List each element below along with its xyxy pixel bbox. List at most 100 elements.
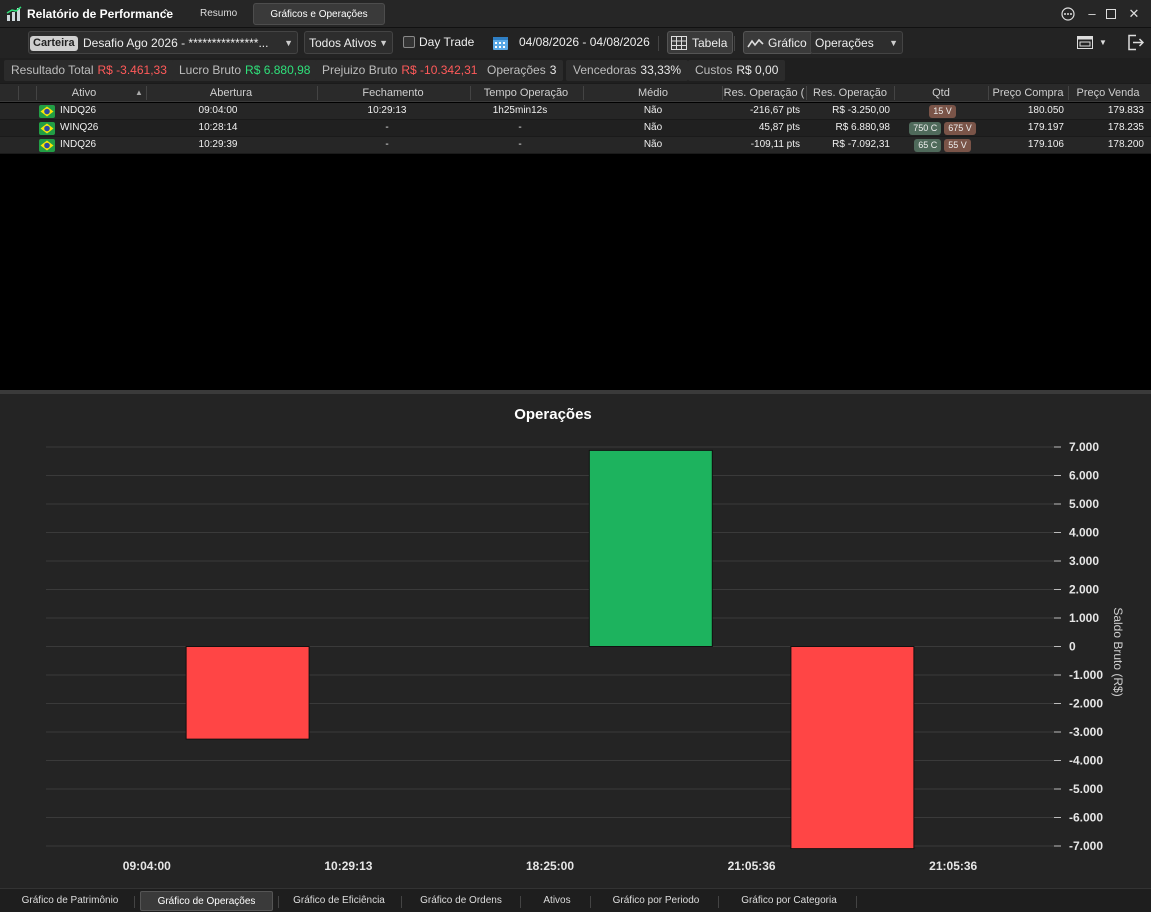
tab-grafico-de-operacoes[interactable]: Gráfico de Operações [140,891,273,911]
line-chart-icon [747,38,764,48]
y-tick-label: -4.000 [1069,754,1103,768]
table-header: Ativo ▲ Abertura Fechamento Tempo Operaç… [0,84,1151,102]
brazil-flag-icon [39,122,55,135]
cell-res-brl: R$ -3.250,00 [832,105,890,116]
chart-bar[interactable] [588,449,713,647]
y-tick-label: 2.000 [1069,583,1099,597]
summary-label: Prejuizo Bruto [322,63,398,77]
y-tick-label: 1.000 [1069,611,1099,625]
summary-label: Resultado Total [11,63,94,77]
sort-up-icon[interactable]: ▲ [135,88,143,97]
cell-preco-compra: 180.050 [1027,105,1064,116]
summary-resultado-total: Resultado Total R$ -3.461,33 [4,60,174,81]
tab-ativos[interactable]: Ativos [526,891,588,911]
cell-preco-venda: 178.200 [1107,139,1144,150]
column-header-res-operacao-brl[interactable]: Res. Operação [806,87,894,99]
tabela-button[interactable]: Tabela [667,31,734,54]
cell-fechamento: - [385,122,389,133]
table-row[interactable]: WINQ26 10:28:14 - - Não 45,87 pts R$ 6.8… [0,120,1151,137]
maximize-icon[interactable] [1101,4,1121,24]
cell-abertura: 10:29:39 [198,139,238,150]
y-tick-label: -2.000 [1069,697,1103,711]
chart-bar[interactable] [185,646,310,740]
qtd-compra-pill: 65 C [914,139,942,152]
summary-prejuizo-bruto: Prejuizo Bruto R$ -10.342,31 [315,60,485,81]
y-axis-label: Saldo Bruto (R$) [1111,607,1125,696]
checkbox-box[interactable] [403,36,415,48]
minimize-icon[interactable]: – [1082,4,1102,24]
tab-grafico-por-categoria[interactable]: Gráfico por Categoria [724,891,854,911]
table-row[interactable]: INDQ26 09:04:00 10:29:13 1h25min12s Não … [0,103,1151,120]
summary-value: 33,33% [640,63,682,77]
y-tick-label: -3.000 [1069,725,1103,739]
ativos-select[interactable]: Todos Ativos ▼ [304,31,393,54]
title-bar: Relatório de Performance ⌃ Resumo Gráfic… [0,0,1151,28]
operations-chart[interactable]: Operações 7.000 6.000 5.000 4.000 3.000 2.000… [0,394,1151,888]
chart-type-select[interactable]: Operações ▼ [810,31,903,54]
tab-grafico-de-patrimonio[interactable]: Gráfico de Patrimônio [10,891,130,911]
app-title: Relatório de Performance [27,7,174,21]
summary-vencedoras: Vencedoras 33,33% [566,60,689,81]
tabela-label: Tabela [692,36,728,50]
tab-resumo[interactable]: Resumo [188,3,249,25]
tab-grafico-por-periodo[interactable]: Gráfico por Periodo [596,891,716,911]
column-header-preco-venda[interactable]: Preço Venda [1068,87,1148,99]
table-row[interactable]: INDQ26 10:29:39 - - Não -109,11 pts R$ -… [0,137,1151,154]
summary-lucro-bruto: Lucro Bruto R$ 6.880,98 [172,60,318,81]
cell-res-pts: 45,87 pts [758,122,800,133]
day-trade-checkbox[interactable]: Day Trade [403,31,474,54]
chart-type-value: Operações [815,36,874,50]
column-header-tempo-operacao[interactable]: Tempo Operação [470,87,582,99]
carteira-tag: Carteira [30,36,78,51]
cell-abertura: 09:04:00 [198,105,238,116]
column-header-qtd[interactable]: Qtd [894,87,988,99]
column-header-fechamento[interactable]: Fechamento [317,87,469,99]
tab-graficos-e-operacoes[interactable]: Gráficos e Operações [253,3,385,25]
column-header-preco-compra[interactable]: Preço Compra [988,87,1068,99]
cell-ativo: INDQ26 [60,139,97,150]
chart-y-axis: 7.000 6.000 5.000 4.000 3.000 2.000 1.000 0 -1.0… [1054,440,1103,853]
divider [134,896,135,908]
layout-menu-button[interactable]: ▼ [1077,31,1109,54]
chart-bar[interactable] [790,646,915,850]
y-tick-label: 3.000 [1069,554,1099,568]
grafico-button[interactable]: Gráfico [743,31,813,54]
cell-preco-compra: 179.106 [1027,139,1064,150]
summary-value: R$ -3.461,33 [97,63,167,77]
cell-tempo: - [518,122,522,133]
cell-medio: Não [643,139,663,150]
cell-res-brl: R$ -7.092,31 [832,139,890,150]
operations-chart-panel: Operações 7.000 6.000 5.000 4.000 3.000 2.000… [0,394,1151,888]
column-header-abertura[interactable]: Abertura [146,87,316,99]
chevron-down-icon: ▼ [379,38,388,48]
cell-preco-venda: 179.833 [1107,105,1144,116]
summary-label: Operações [487,63,546,77]
column-header-res-operacao-pts[interactable]: Res. Operação ( [722,87,806,99]
date-range-picker[interactable]: 04/08/2026 - 04/08/2026 [492,31,650,54]
column-divider[interactable] [18,86,19,100]
tab-grafico-de-eficiencia[interactable]: Gráfico de Eficiência [284,891,394,911]
bottom-tab-bar: Gráfico de Patrimônio Gráfico de Operaçõ… [0,888,1151,912]
divider [590,896,591,908]
more-options-icon[interactable] [1058,4,1078,24]
cell-res-brl: R$ 6.880,98 [835,122,891,133]
y-tick-label: 5.000 [1069,497,1099,511]
ativos-value: Todos Ativos [309,36,377,50]
summary-value: R$ 0,00 [736,63,779,77]
column-header-medio[interactable]: Médio [583,87,723,99]
column-header-ativo[interactable]: Ativo [36,87,132,99]
brazil-flag-icon [39,105,55,118]
exit-button[interactable] [1127,31,1145,54]
cell-qtd: 65 C 55 V [894,139,988,152]
cell-medio: Não [643,122,663,133]
y-tick-label: 6.000 [1069,469,1099,483]
summary-bar: Resultado Total R$ -3.461,33 Lucro Bruto R… [0,58,1151,83]
cell-tempo: - [518,139,522,150]
chevron-up-icon[interactable]: ⌃ [161,7,170,20]
operations-table: Ativo ▲ Abertura Fechamento Tempo Operaç… [0,84,1151,390]
tab-grafico-de-ordens[interactable]: Gráfico de Ordens [407,891,515,911]
y-tick-label: 7.000 [1069,440,1099,454]
calendar-icon [493,37,508,50]
close-icon[interactable]: ✕ [1124,4,1144,24]
x-tick-label: 21:05:36 [728,859,776,873]
